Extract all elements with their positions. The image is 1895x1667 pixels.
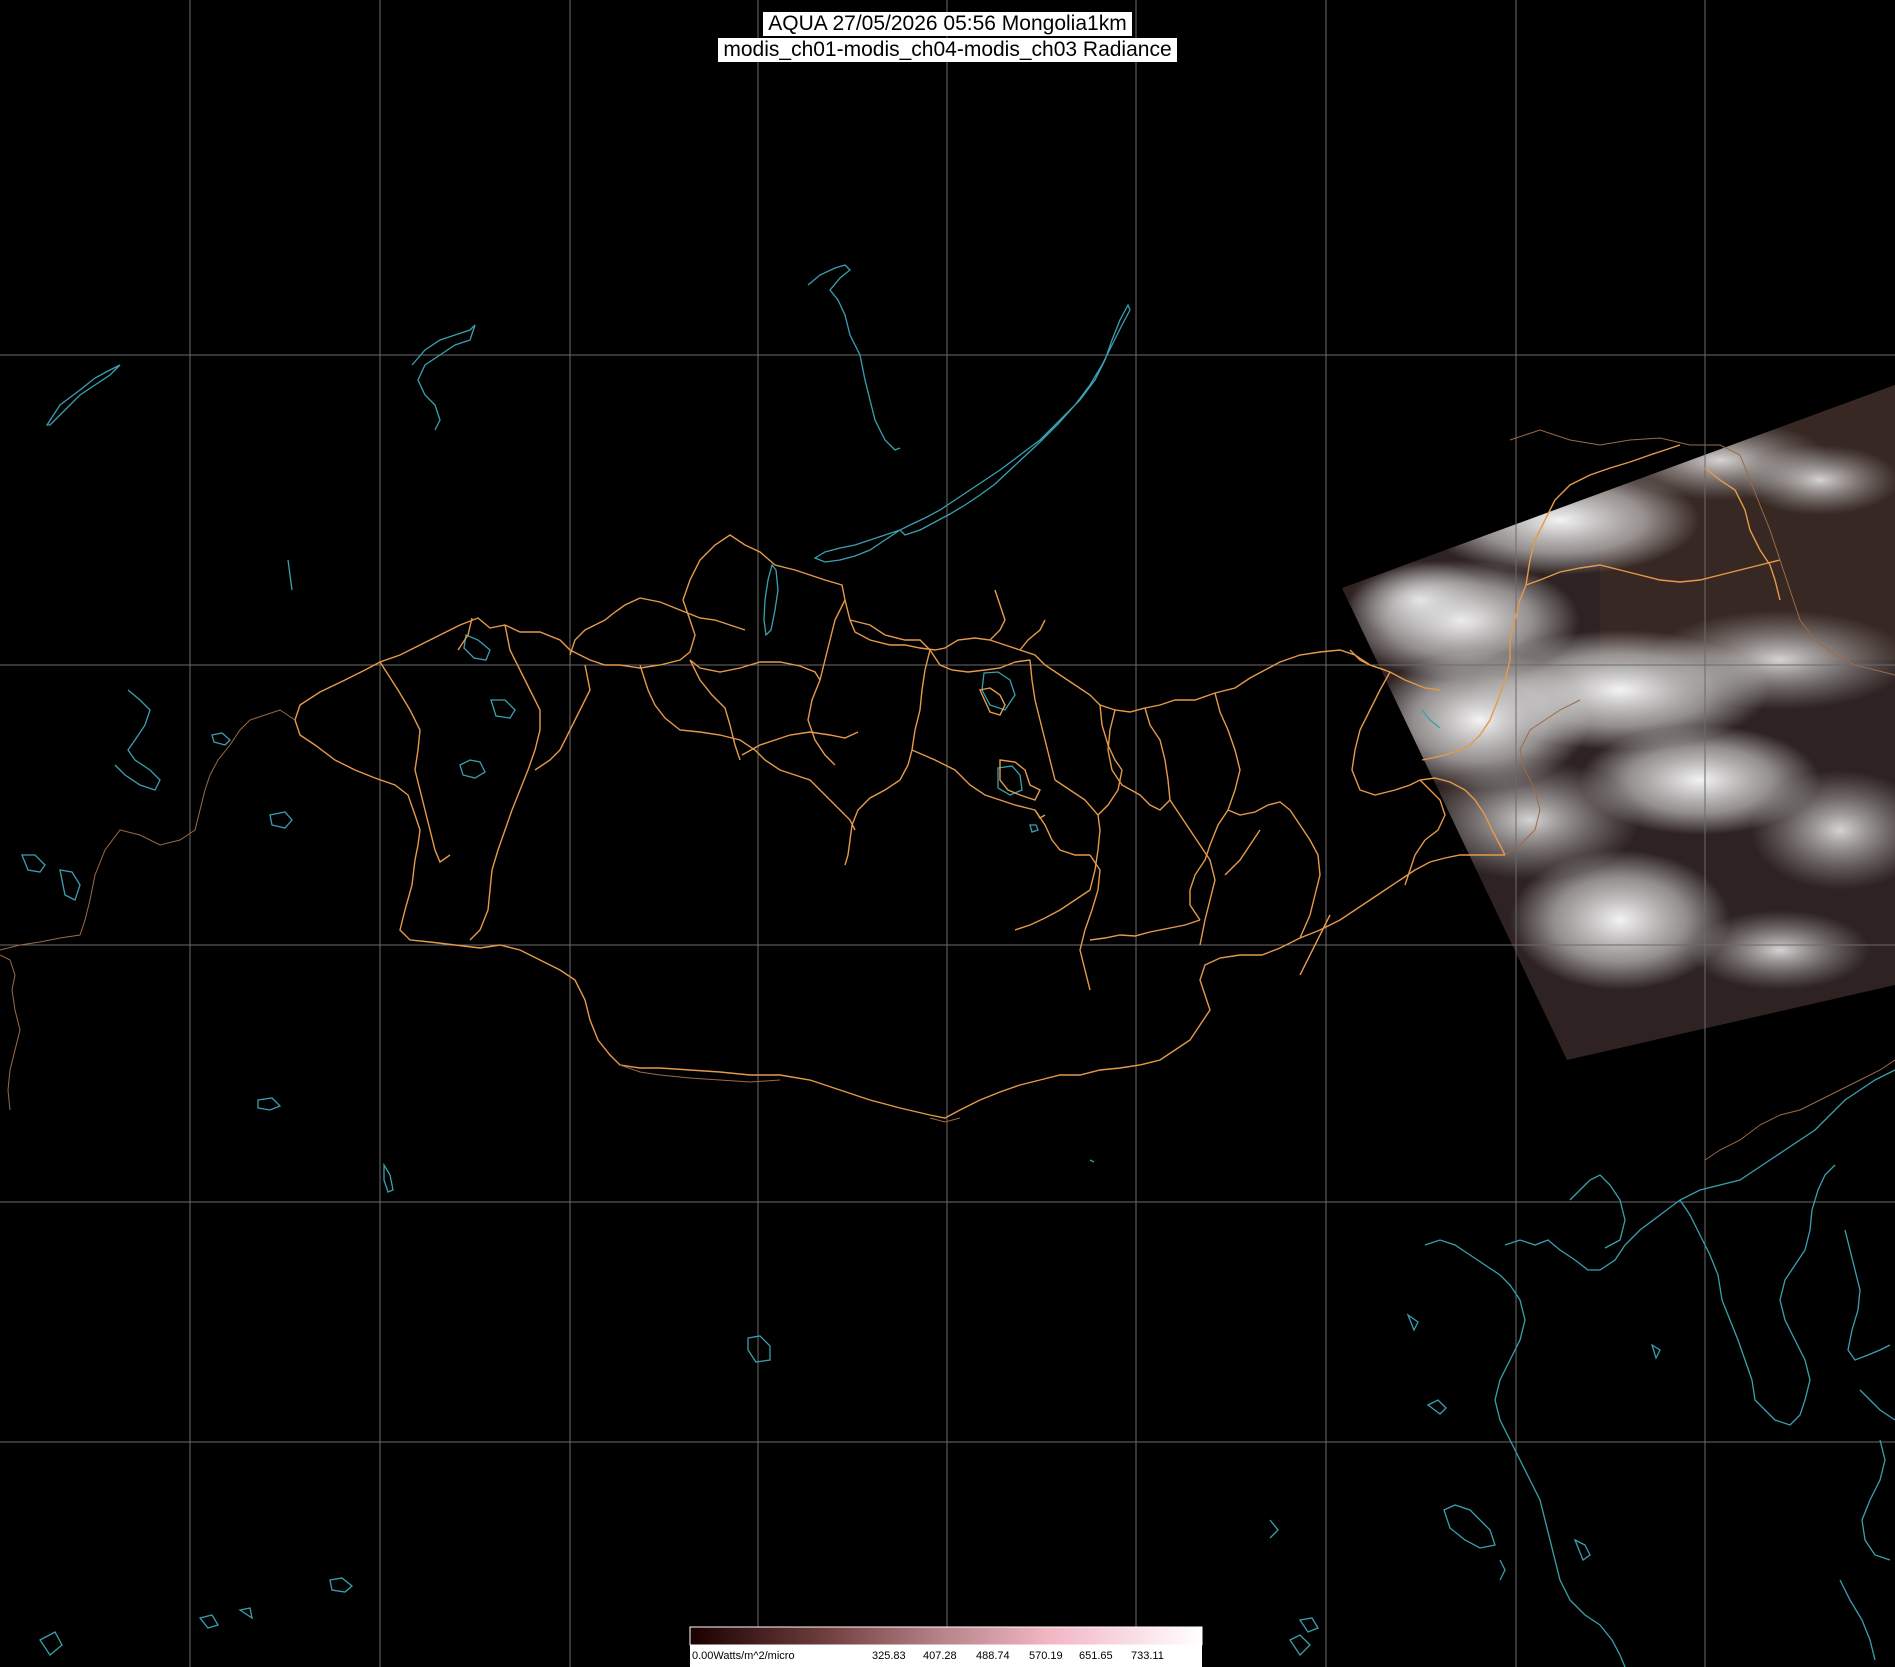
legend-tick-label: 570.19	[1029, 1650, 1063, 1662]
legend-tick-label: 407.28	[923, 1650, 957, 1662]
legend: 0.00Watts/m^2/micro 325.83 407.28 488.74…	[690, 1625, 1202, 1667]
legend-tick-label: 651.65	[1079, 1650, 1113, 1662]
legend-tick-labels: 0.00Watts/m^2/micro 325.83 407.28 488.74…	[690, 1645, 1202, 1667]
legend-unit-label: 0.00Watts/m^2/micro	[692, 1650, 795, 1662]
satellite-map	[0, 0, 1895, 1667]
legend-tick-label: 733.11	[1131, 1650, 1164, 1662]
legend-tick-label: 325.83	[872, 1650, 906, 1662]
legend-tick-label: 488.74	[976, 1650, 1010, 1662]
